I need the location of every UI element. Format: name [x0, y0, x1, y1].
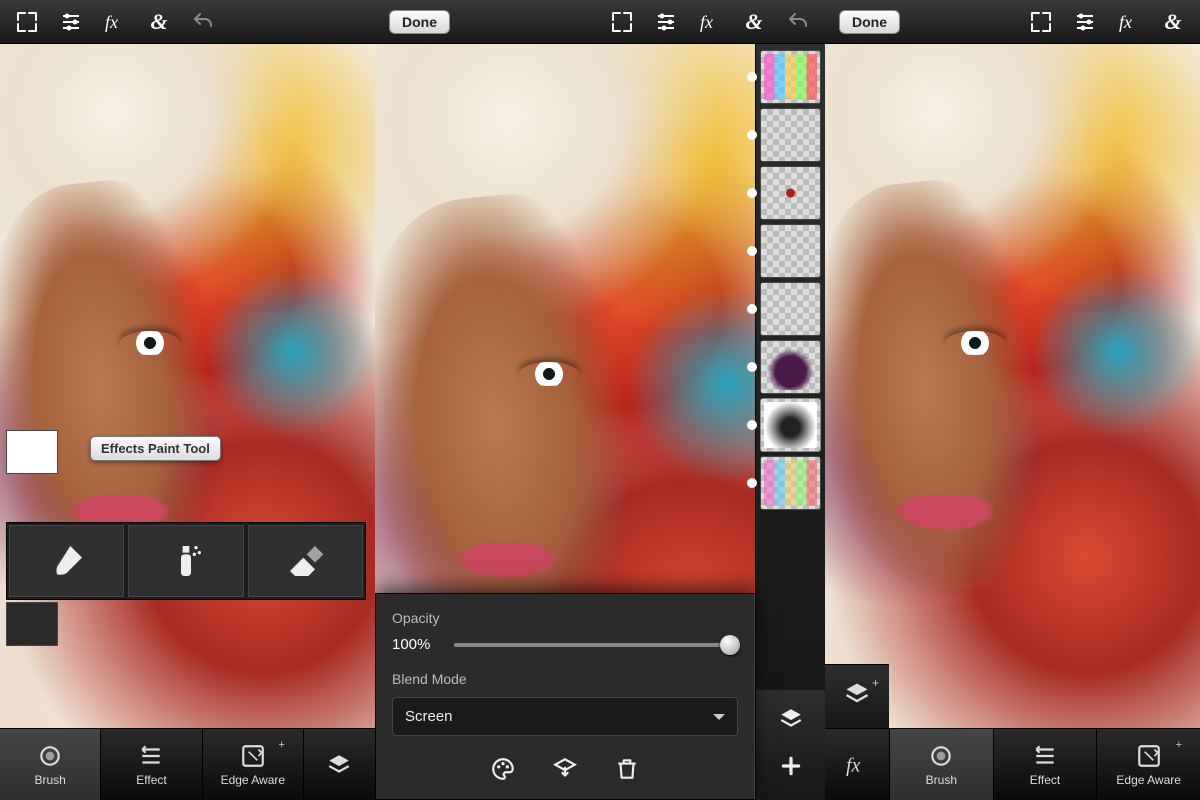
undo-icon[interactable] — [190, 9, 216, 35]
selection-icon[interactable] — [1028, 9, 1054, 35]
undo-icon[interactable] — [785, 9, 811, 35]
effect-icon — [1031, 742, 1059, 770]
delete-layer-button[interactable] — [614, 756, 640, 787]
layers-button[interactable] — [303, 729, 375, 800]
spray-tool[interactable] — [128, 525, 243, 597]
paint-tool-popup: Effects Paint Tool — [6, 430, 366, 648]
tab-effect[interactable]: Effect — [993, 729, 1097, 800]
color-palette-button[interactable] — [490, 756, 516, 787]
tooltip: Effects Paint Tool — [90, 436, 221, 461]
layers-toggle-button[interactable] — [778, 706, 804, 737]
screenshot-layers-blend: Done & — [375, 0, 825, 800]
brush-circle-icon — [927, 742, 955, 770]
fx-icon[interactable] — [697, 9, 723, 35]
tab-brush[interactable]: Brush — [0, 729, 100, 800]
tab-brush[interactable]: Brush — [889, 729, 993, 800]
opacity-slider[interactable] — [454, 643, 738, 647]
fx-icon[interactable] — [1116, 9, 1142, 35]
chevron-down-icon — [713, 714, 725, 726]
bottom-toolbar: Brush Effect + Edge Aware — [825, 728, 1200, 800]
bottom-toolbar: Brush Effect + Edge Aware — [0, 728, 375, 800]
tab-brush-label: Brush — [926, 773, 957, 787]
screenshot-paint-tools: & Effects Paint Tool — [0, 0, 375, 800]
effect-icon — [137, 742, 165, 770]
fx-icon — [843, 751, 871, 779]
layers-panel — [755, 44, 825, 690]
opacity-label: Opacity — [392, 610, 738, 626]
ampersand-icon[interactable]: & — [146, 9, 172, 35]
canvas[interactable] — [825, 44, 1200, 728]
merge-down-button[interactable] — [552, 756, 578, 787]
screenshot-fx-bottom: Done & + Brush — [825, 0, 1200, 800]
edge-aware-icon — [239, 742, 267, 770]
blendmode-value: Screen — [405, 708, 453, 725]
blendmode-dropdown[interactable]: Screen — [392, 697, 738, 736]
layer-thumb[interactable] — [760, 398, 821, 452]
adjust-icon[interactable] — [58, 9, 84, 35]
layers-corner — [755, 690, 825, 800]
layer-thumb[interactable] — [760, 224, 821, 278]
slider-knob[interactable] — [720, 635, 740, 655]
selection-icon[interactable] — [609, 9, 635, 35]
layer-thumb[interactable] — [760, 340, 821, 394]
layer-thumb[interactable] — [760, 166, 821, 220]
tab-brush-label: Brush — [34, 773, 65, 787]
layer-thumb[interactable] — [760, 456, 821, 510]
paint-popup-tab-2[interactable] — [6, 602, 58, 646]
done-button[interactable]: Done — [839, 10, 900, 34]
layers-button[interactable]: + — [843, 680, 871, 713]
tab-effect[interactable]: Effect — [100, 729, 201, 800]
tab-edge-aware[interactable]: + Edge Aware — [202, 729, 303, 800]
paint-popup-tab-active[interactable] — [6, 430, 58, 474]
layer-thumb[interactable] — [760, 282, 821, 336]
tab-effect-label: Effect — [136, 773, 166, 787]
plus-badge-icon: + — [1176, 739, 1182, 751]
tab-edge-label: Edge Aware — [221, 773, 286, 787]
layer-thumb[interactable] — [760, 108, 821, 162]
opacity-value: 100% — [392, 636, 440, 653]
tab-edge-aware[interactable]: + Edge Aware — [1096, 729, 1200, 800]
done-button[interactable]: Done — [389, 10, 450, 34]
layer-thumb[interactable] — [760, 50, 821, 104]
blendmode-label: Blend Mode — [392, 671, 738, 687]
eraser-tool[interactable] — [248, 525, 363, 597]
ampersand-icon[interactable]: & — [1160, 9, 1186, 35]
brush-circle-icon — [36, 742, 64, 770]
selection-icon[interactable] — [14, 9, 40, 35]
adjust-icon[interactable] — [653, 9, 679, 35]
ampersand-icon[interactable]: & — [741, 9, 767, 35]
adjust-icon[interactable] — [1072, 9, 1098, 35]
tab-edge-label: Edge Aware — [1116, 773, 1181, 787]
tab-effect-label: Effect — [1030, 773, 1060, 787]
top-toolbar: Done & — [825, 0, 1200, 44]
add-layer-button[interactable] — [778, 753, 804, 784]
edge-aware-icon — [1135, 742, 1163, 770]
fx-icon[interactable] — [102, 9, 128, 35]
top-toolbar: & — [0, 0, 375, 44]
plus-badge-icon: + — [279, 739, 285, 751]
brush-tool[interactable] — [9, 525, 124, 597]
top-toolbar: Done & — [375, 0, 825, 44]
tab-fx[interactable] — [825, 729, 889, 800]
blend-popover: Opacity 100% Blend Mode Screen — [375, 593, 755, 800]
